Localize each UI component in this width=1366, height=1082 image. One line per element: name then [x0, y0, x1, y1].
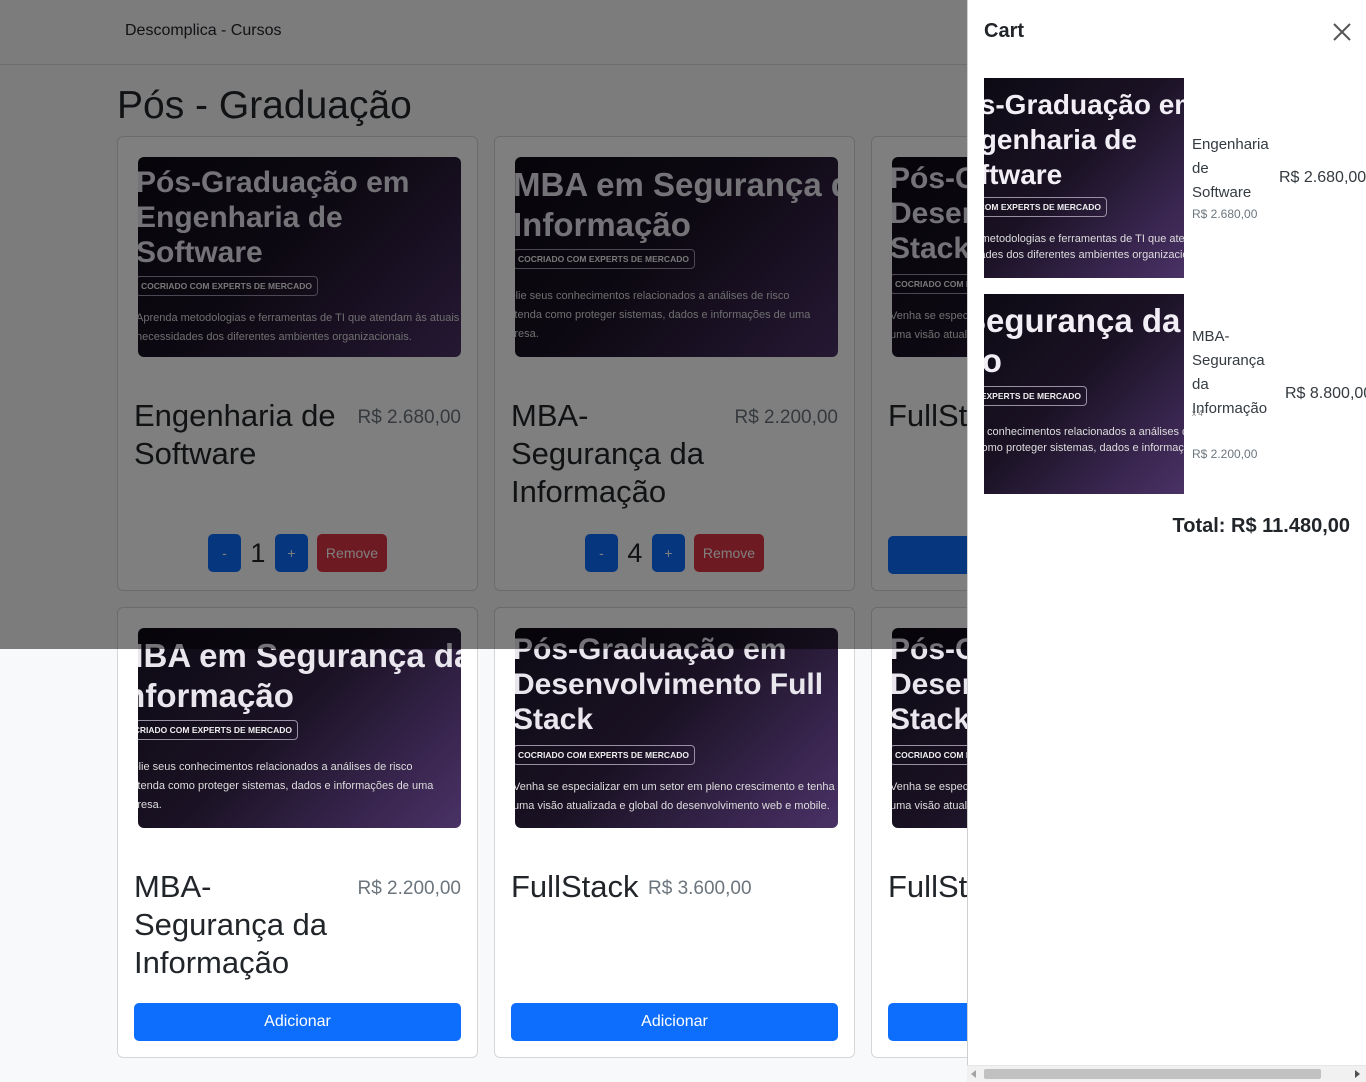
thumb-title: Informação [138, 677, 294, 714]
course-price: R$ 2.200,00 [357, 878, 461, 899]
cart-item-unit-price: R$ 2.200,00 [1192, 447, 1258, 461]
thumb-title: MBA em Segurança da [984, 302, 1181, 339]
thumb-badge: COCRIADO COM EXPERTS DE MERCADO [138, 720, 298, 740]
cart-item-thumbnail: Pós-Graduação em Engenharia de Software … [984, 78, 1184, 278]
thumb-desc: uma visão atualizada e global do desenvo… [515, 800, 830, 812]
thumb-desc: empresa. [138, 799, 162, 811]
thumb-title: Informação [984, 342, 1002, 379]
thumb-badge: COCRIADO COM EXPERTS DE MERCADO [515, 745, 695, 765]
thumb-badge: COCRIADO COM EXPERTS DE MERCADO [984, 197, 1107, 217]
arrow-left-icon[interactable] [971, 1070, 976, 1078]
thumb-desc: e entenda como proteger sistemas, dados … [138, 780, 434, 792]
offcanvas-backdrop[interactable] [0, 0, 967, 649]
cart-item: MBA em Segurança da Informação COCRIADO … [984, 294, 1366, 494]
add-to-cart-button[interactable]: Adicionar [134, 1003, 461, 1041]
thumb-title: Engenharia de [984, 124, 1137, 155]
thumb-desc: Aprenda metodologias e ferramentas de TI… [984, 233, 1184, 245]
thumb-title: Pós-Graduação em [984, 89, 1184, 120]
cart-item-total: R$ 2.680,00 [1279, 169, 1366, 186]
cart-item-name: Engenharia de Software [1192, 136, 1269, 201]
cart-item-quantity: x 4 [1192, 409, 1203, 418]
course-card-mba: MBA em Segurança da Informação COCRIADO … [117, 607, 478, 1058]
arrow-right-icon[interactable] [1355, 1070, 1360, 1078]
cart-item-total: R$ 8.800,00 [1285, 385, 1366, 402]
thumb-desc: necessidades dos diferentes ambientes or… [984, 249, 1184, 261]
thumb-title: Stack [515, 703, 594, 736]
cart-item: Pós-Graduação em Engenharia de Software … [984, 78, 1366, 278]
cart-title: Cart [984, 20, 1025, 42]
cart-offcanvas: Cart Pós-Graduação em Engenharia de Soft… [967, 0, 1366, 1082]
thumb-desc: Amplie seus conhecimentos relacionados a… [138, 761, 413, 773]
course-title: FullStack [511, 869, 639, 904]
thumb-title: Desenvolvimento Full [515, 668, 824, 701]
thumb-desc: e entenda como proteger sistemas, dados … [984, 442, 1184, 454]
close-icon[interactable] [1330, 20, 1354, 44]
course-price: R$ 3.600,00 [648, 878, 752, 899]
course-thumbnail: MBA em Segurança da Informação COCRIADO … [138, 628, 461, 828]
course-title: MBA-Segurança da Informação [134, 869, 328, 980]
cart-item-unit-price: R$ 2.680,00 [1192, 207, 1258, 221]
thumb-desc: Amplie seus conhecimentos relacionados a… [984, 426, 1184, 438]
thumb-badge: COCRIADO COM EXPERTS DE MERCADO [984, 386, 1087, 406]
scrollbar-thumb[interactable] [984, 1069, 1321, 1079]
cart-item-thumbnail: MBA em Segurança da Informação COCRIADO … [984, 294, 1184, 494]
horizontal-scrollbar[interactable] [967, 1065, 1366, 1082]
course-thumbnail: Pós-Graduação em Desenvolvimento Full St… [515, 628, 838, 828]
thumb-desc: Venha se especializar em um setor em ple… [515, 781, 835, 793]
course-card-fullstack: Pós-Graduação em Desenvolvimento Full St… [494, 607, 855, 1058]
thumb-desc: empresa. [984, 456, 1184, 472]
thumb-title: Software [984, 159, 1063, 190]
add-to-cart-button[interactable]: Adicionar [511, 1003, 838, 1041]
cart-total: Total: R$ 11.480,00 [1172, 515, 1351, 537]
